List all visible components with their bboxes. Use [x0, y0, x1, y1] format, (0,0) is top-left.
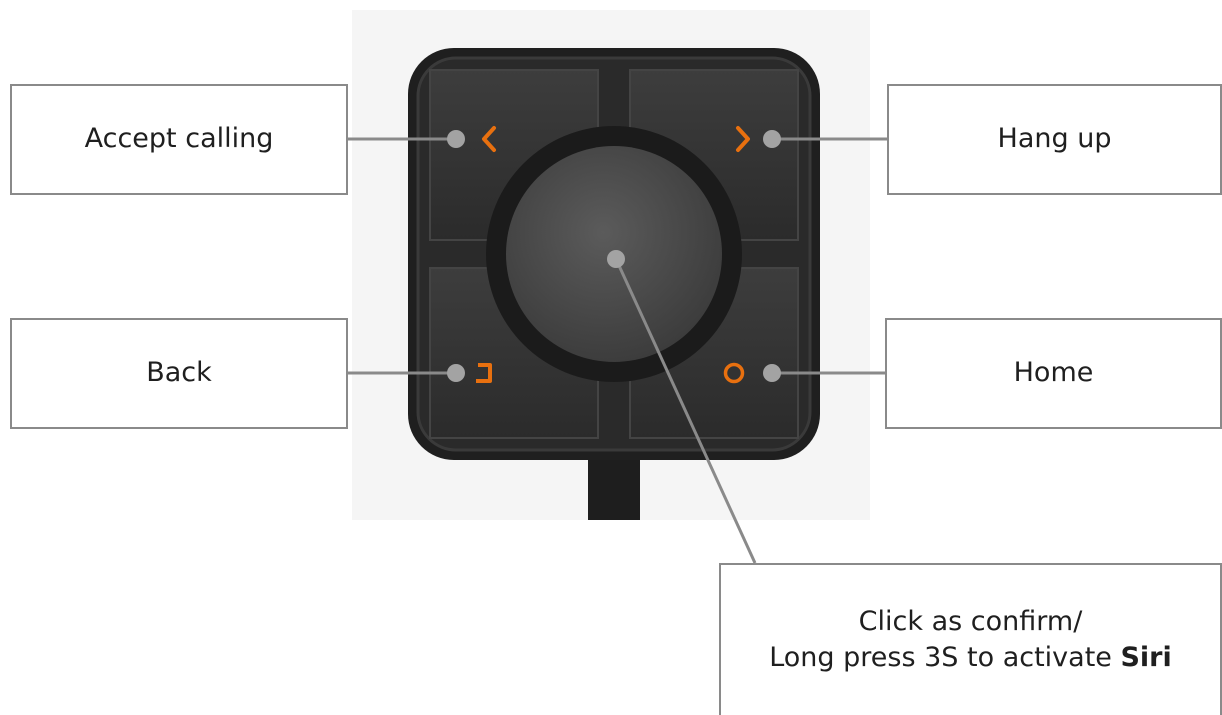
center-line-1: Click as confirm/	[858, 605, 1083, 637]
callout-dot-home	[763, 364, 781, 382]
back-label: Back	[10, 318, 348, 429]
center-line-2: Long press 3S to activate Siri	[769, 640, 1172, 676]
callout-dot-center	[607, 250, 625, 268]
callout-dot-accept	[447, 130, 465, 148]
cable	[588, 452, 640, 520]
accept-calling-text: Accept calling	[84, 123, 274, 155]
callout-dot-back	[447, 364, 465, 382]
home-text: Home	[1013, 357, 1094, 389]
siri-keyword: Siri	[1120, 642, 1172, 673]
callout-dot-hangup	[763, 130, 781, 148]
accept-calling-label: Accept calling	[10, 84, 348, 195]
hang-up-label: Hang up	[887, 84, 1222, 195]
hang-up-text: Hang up	[997, 123, 1112, 155]
center-button-label: Click as confirm/ Long press 3S to activ…	[719, 563, 1222, 715]
center-line-2-prefix: Long press 3S to activate	[769, 642, 1121, 673]
center-button-text: Click as confirm/ Long press 3S to activ…	[769, 604, 1172, 677]
home-label: Home	[885, 318, 1222, 429]
back-text: Back	[146, 357, 212, 389]
